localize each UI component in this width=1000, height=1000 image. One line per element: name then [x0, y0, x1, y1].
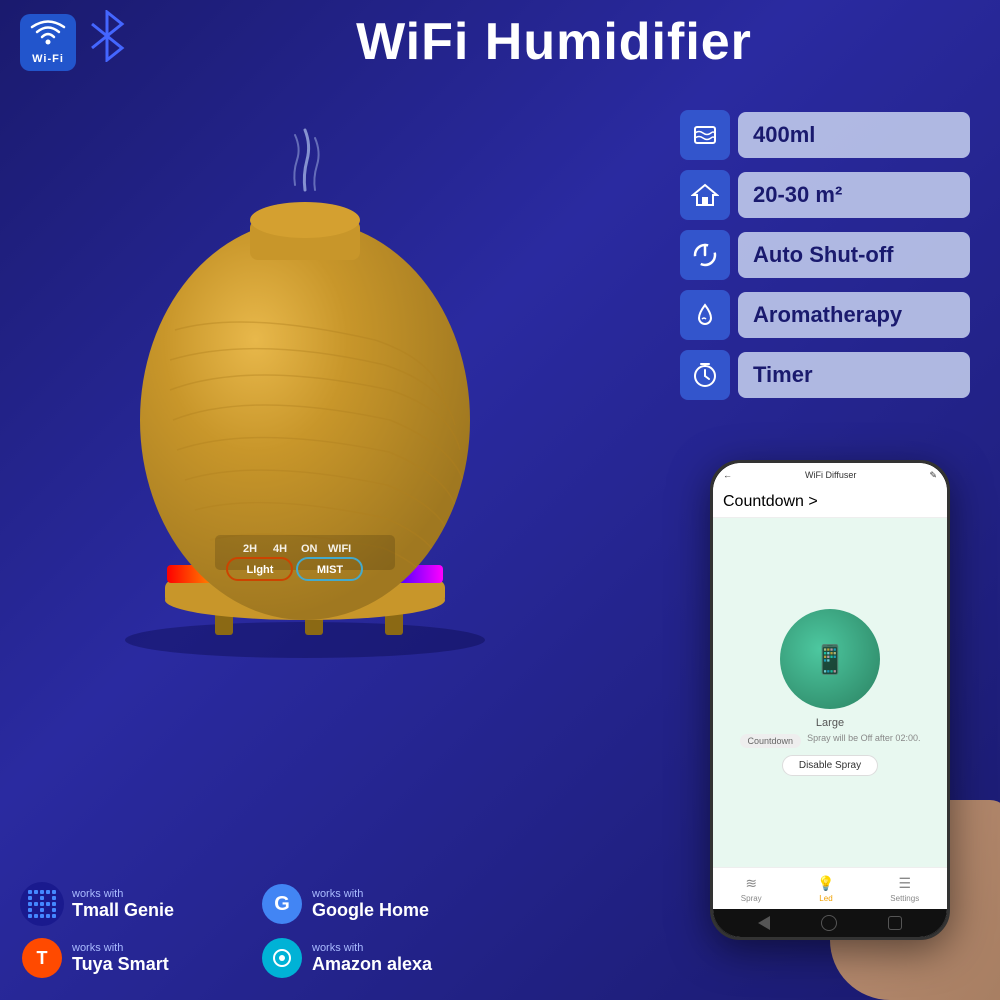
svg-text:WIFI: WIFI [328, 543, 351, 555]
tmall-text: works with Tmall Genie [72, 888, 174, 921]
tuya-works-with: works with [72, 942, 169, 954]
capacity-icon-box [680, 110, 730, 160]
settings-icon: ☰ [898, 875, 911, 892]
wifi-label: Wi-Fi [32, 53, 64, 65]
google-logo: G [260, 882, 304, 926]
tuya-icon: T [22, 938, 62, 978]
spray-label: Spray [741, 894, 762, 903]
humidifier-body: 2H 4H ON WIFI LIght MIST [95, 180, 515, 660]
phone-disable-spray-button[interactable]: Disable Spray [782, 755, 878, 776]
tmall-logo [20, 882, 64, 926]
tmall-works-with: works with [72, 888, 174, 900]
compat-alexa: works with Amazon alexa [260, 936, 490, 980]
alexa-icon [262, 938, 302, 978]
feature-timer: Timer [680, 350, 970, 400]
phone-home-btn[interactable] [821, 915, 837, 931]
phone-large-label: Large [816, 717, 844, 729]
svg-text:MIST: MIST [317, 564, 344, 576]
svg-text:LIght: LIght [247, 564, 274, 576]
alexa-works-with: works with [312, 942, 432, 954]
led-icon: 💡 [817, 875, 834, 892]
countdown-label: Countdown > [723, 493, 818, 511]
aromatherapy-text: Aromatherapy [738, 292, 970, 338]
phone-recents-btn[interactable] [888, 916, 902, 930]
wifi-symbol [30, 20, 66, 53]
bluetooth-icon [86, 10, 128, 74]
coverage-icon-box [680, 170, 730, 220]
phone-main: 📱 Large Countdown Spray will be Off afte… [713, 518, 947, 867]
phone-screen: ← WiFi Diffuser ✎ Countdown > 📱 Large Co… [713, 463, 947, 937]
droplet-icon [691, 301, 719, 329]
house-icon [691, 181, 719, 209]
phone-nav-spray[interactable]: ≋ Spray [741, 875, 762, 903]
google-text: works with Google Home [312, 888, 429, 921]
clock-icon [691, 361, 719, 389]
header: Wi-Fi WiFi Humidifier [0, 10, 1000, 74]
tmall-icon [28, 890, 56, 918]
svg-text:ON: ON [301, 543, 318, 555]
alexa-logo [260, 936, 304, 980]
phone-countdown-badge: Countdown [740, 734, 802, 748]
compat-google: G works with Google Home [260, 882, 490, 926]
google-name: Google Home [312, 900, 429, 921]
phone-mockup: ← WiFi Diffuser ✎ Countdown > 📱 Large Co… [680, 440, 1000, 1000]
google-icon: G [262, 884, 302, 924]
compat-tuya: T works with Tuya Smart [20, 936, 250, 980]
alexa-name: Amazon alexa [312, 954, 432, 975]
phone-diffuser-circle: 📱 [780, 609, 880, 709]
tuya-logo: T [20, 936, 64, 980]
compatible-section: works with Tmall Genie G works with Goog… [10, 872, 500, 990]
shutoff-icon-box [680, 230, 730, 280]
connectivity-icons: Wi-Fi [20, 10, 128, 74]
led-label: Led [819, 894, 832, 903]
svg-text:4H: 4H [273, 543, 287, 555]
feature-aromatherapy: Aromatherapy [680, 290, 970, 340]
wifi-icon-box: Wi-Fi [20, 14, 76, 71]
power-icon [691, 241, 719, 269]
timer-icon-box [680, 350, 730, 400]
tuya-name: Tuya Smart [72, 954, 169, 975]
phone-status-bar: ← WiFi Diffuser ✎ [713, 463, 947, 487]
feature-shutoff: Auto Shut-off [680, 230, 970, 280]
phone-nav-led[interactable]: 💡 Led [817, 875, 834, 903]
aromatherapy-icon-box [680, 290, 730, 340]
alexa-text: works with Amazon alexa [312, 942, 432, 975]
humidifier-image: 2H 4H ON WIFI LIght MIST [95, 150, 515, 670]
compat-tmall: works with Tmall Genie [20, 882, 250, 926]
tuya-text: works with Tuya Smart [72, 942, 169, 975]
spray-icon: ≋ [745, 875, 757, 892]
timer-text: Timer [738, 352, 970, 398]
feature-capacity: 400ml [680, 110, 970, 160]
phone-diffuser-icon: 📱 [813, 643, 848, 676]
shutoff-text: Auto Shut-off [738, 232, 970, 278]
google-works-with: works with [312, 888, 429, 900]
settings-label: Settings [890, 894, 919, 903]
water-waves-icon [691, 121, 719, 149]
coverage-text: 20-30 m² [738, 172, 970, 218]
feature-coverage: 20-30 m² [680, 170, 970, 220]
phone-navigation-bar [713, 909, 947, 937]
page-title: WiFi Humidifier [128, 12, 980, 72]
phone-nav-settings[interactable]: ☰ Settings [890, 875, 919, 903]
product-area: 2H 4H ON WIFI LIght MIST [10, 100, 600, 720]
phone-spray-off-text: Spray will be Off after 02:00. [807, 733, 920, 743]
phone-title: WiFi Diffuser [805, 470, 856, 480]
tmall-name: Tmall Genie [72, 900, 174, 921]
phone-bottom-bar: ≋ Spray 💡 Led ☰ Settings [713, 867, 947, 909]
phone-header: Countdown > [713, 487, 947, 518]
phone-outer: ← WiFi Diffuser ✎ Countdown > 📱 Large Co… [710, 460, 950, 940]
phone-back-btn[interactable] [758, 916, 770, 930]
capacity-text: 400ml [738, 112, 970, 158]
features-list: 400ml 20-30 m² Auto Shut-off Aro [680, 110, 970, 400]
svg-text:2H: 2H [243, 543, 257, 555]
